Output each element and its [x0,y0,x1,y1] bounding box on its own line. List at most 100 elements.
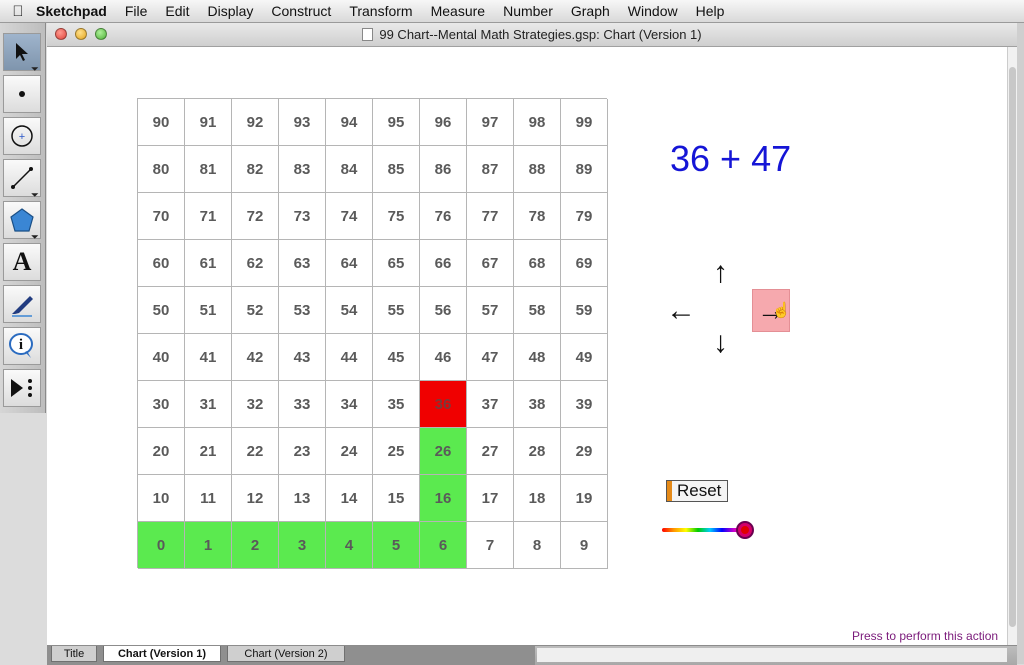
tab-chart-version-2[interactable]: Chart (Version 2) [227,646,345,662]
chart-cell: 23 [279,428,326,475]
chart-cell: 63 [279,240,326,287]
menu-file[interactable]: File [125,3,148,19]
minimize-window-button[interactable] [75,28,87,40]
chart-cell: 39 [561,381,608,428]
chart-cell: 67 [467,240,514,287]
chart-cell: 9 [561,522,608,569]
menu-edit[interactable]: Edit [165,3,189,19]
reset-button-marker [667,481,672,501]
vertical-scrollbar-thumb[interactable] [1009,67,1016,627]
menu-help[interactable]: Help [696,3,725,19]
chart-cell: 43 [279,334,326,381]
chart-cell: 34 [326,381,373,428]
information-tool[interactable]: i [3,327,41,365]
chart-cell: 86 [420,146,467,193]
reset-button[interactable]: Reset [666,480,729,502]
chart-cell: 84 [326,146,373,193]
chart-cell: 25 [373,428,420,475]
chart-cell: 90 [138,99,185,146]
app-menu[interactable]: Sketchpad [36,3,107,19]
chart-cell: 3 [279,522,326,569]
menu-number[interactable]: Number [503,3,553,19]
chart-cell: 45 [373,334,420,381]
menu-measure[interactable]: Measure [431,3,485,19]
horizontal-scrollbar[interactable] [537,648,1007,662]
chart-cell: 94 [326,99,373,146]
chart-cell: 82 [232,146,279,193]
text-tool[interactable]: A [3,243,41,281]
chart-cell: 8 [514,522,561,569]
tab-chart-version-1[interactable]: Chart (Version 1) [103,646,221,662]
chart-cell: 96 [420,99,467,146]
document-icon [362,28,374,41]
marker-tool[interactable] [3,285,41,323]
color-slider-track[interactable] [662,528,746,532]
menu-construct[interactable]: Construct [271,3,331,19]
arrow-left-button[interactable]: ← [666,296,696,326]
chart-cell: 40 [138,334,185,381]
chart-cell: 12 [232,475,279,522]
hundred-chart: 90 91 92 93 94 95 96 97 98 99 80 81 82 83 84 85 86 87 88 89… [137,98,608,569]
menu-bar:  Sketchpad File Edit Display Construct … [0,0,1024,23]
chart-cell: 30 [138,381,185,428]
compass-tool[interactable]: + [3,117,41,155]
chart-cell: 53 [279,287,326,334]
arrow-down-button[interactable]: ↓ [713,328,728,358]
chart-cell: 27 [467,428,514,475]
custom-tool[interactable] [3,369,41,407]
reset-button-label: Reset [677,481,722,500]
chart-cell: 87 [467,146,514,193]
chart-cell: 48 [514,334,561,381]
chart-cell: 19 [561,475,608,522]
chart-cell: 56 [420,287,467,334]
chart-cell: 65 [373,240,420,287]
chart-cell: 0 [138,522,185,569]
close-window-button[interactable] [55,28,67,40]
status-message: Press to perform this action [852,629,999,643]
toolbox: + A i [0,23,46,413]
compass-tool-icon: + [11,125,33,147]
chart-cell: 18 [514,475,561,522]
chart-cell: 72 [232,193,279,240]
chart-cell: 7 [467,522,514,569]
arrow-up-button[interactable]: ↑ [713,258,728,288]
chart-cell: 11 [185,475,232,522]
chart-cell: 58 [514,287,561,334]
menu-window[interactable]: Window [628,3,678,19]
chart-cell: 1 [185,522,232,569]
chart-cell: 50 [138,287,185,334]
information-tool-icon: i [9,333,33,358]
polygon-tool[interactable] [3,201,41,239]
chart-cell: 21 [185,428,232,475]
custom-tool-icon [11,379,32,397]
chart-cell: 57 [467,287,514,334]
chart-cell: 28 [514,428,561,475]
window-title: 99 Chart--Mental Math Strategies.gsp: Ch… [379,27,702,42]
chart-cell: 76 [420,193,467,240]
chart-cell: 36 [420,381,467,428]
chart-cell: 71 [185,193,232,240]
chart-cell: 60 [138,240,185,287]
chart-cell: 83 [279,146,326,193]
menu-display[interactable]: Display [208,3,254,19]
color-slider-knob[interactable] [736,521,754,539]
svg-text:+: + [19,131,25,143]
chart-cell: 33 [279,381,326,428]
chart-cell: 5 [373,522,420,569]
zoom-window-button[interactable] [95,28,107,40]
chart-cell: 32 [232,381,279,428]
menu-graph[interactable]: Graph [571,3,610,19]
chart-cell: 95 [373,99,420,146]
chart-cell: 42 [232,334,279,381]
straightedge-tool[interactable] [3,159,41,197]
arrow-select-tool-icon [16,43,28,61]
chart-cell: 4 [326,522,373,569]
text-tool-icon: A [12,247,32,276]
apple-menu-icon[interactable]:  [0,3,36,20]
chart-cell: 2 [232,522,279,569]
menu-transform[interactable]: Transform [349,3,412,19]
arrow-select-tool[interactable] [3,33,41,71]
tab-title[interactable]: Title [51,646,97,662]
point-tool[interactable] [3,75,41,113]
chart-cell: 66 [420,240,467,287]
